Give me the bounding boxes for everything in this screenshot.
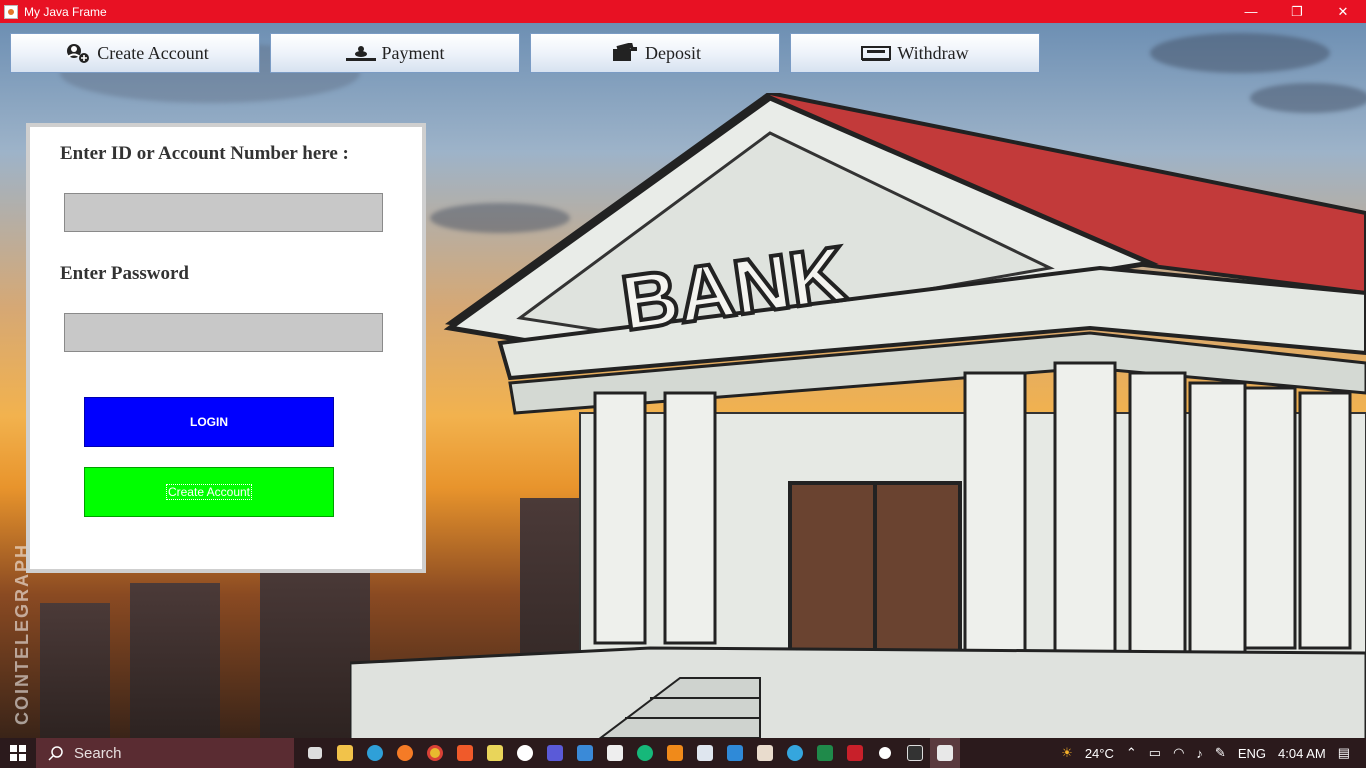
excel-icon[interactable] [810, 738, 840, 768]
windows-logo-icon [10, 745, 26, 761]
store-icon[interactable] [480, 738, 510, 768]
start-button[interactable] [0, 738, 36, 768]
grammarly-icon[interactable] [630, 738, 660, 768]
weather-icon[interactable]: ☀ [1061, 745, 1073, 761]
pinned-apps [300, 738, 960, 768]
app-icon-blue[interactable] [540, 738, 570, 768]
app-icon-card[interactable] [690, 738, 720, 768]
login-button[interactable]: LOGIN [84, 397, 334, 447]
java-taskbar-icon[interactable] [930, 738, 960, 768]
taskbar-search-box[interactable]: Search [36, 738, 294, 768]
deposit-nav-button[interactable]: Deposit [530, 33, 780, 73]
app-icon-cake[interactable] [750, 738, 780, 768]
close-button[interactable]: ✕ [1320, 0, 1366, 23]
file-explorer-icon[interactable] [330, 738, 360, 768]
terminal-icon[interactable] [900, 738, 930, 768]
payment-nav-label: Payment [381, 42, 445, 63]
task-view-icon[interactable] [300, 738, 330, 768]
notifications-icon[interactable]: ▤ [1338, 745, 1350, 761]
telegram-icon[interactable] [780, 738, 810, 768]
wifi-icon[interactable]: ◠ [1173, 745, 1184, 761]
show-hidden-icons-icon[interactable]: ⌃ [1126, 745, 1137, 761]
withdraw-nav-button[interactable]: Withdraw [790, 33, 1040, 73]
vscode-icon[interactable] [720, 738, 750, 768]
java-app-icon [4, 4, 18, 19]
app-icon-white[interactable] [600, 738, 630, 768]
wordpress-icon[interactable] [510, 738, 540, 768]
password-input[interactable] [64, 313, 383, 352]
withdraw-icon [861, 42, 892, 64]
app-icon-red[interactable] [840, 738, 870, 768]
create-account-nav-button[interactable]: Create Account [10, 33, 260, 73]
windows-taskbar: Search ☀ 24°C ⌃ ▭ ◠ ♪ ✎ ENG 4:04 AM ▤ [0, 738, 1366, 768]
window-titlebar: My Java Frame — ❐ ✕ [0, 0, 1366, 23]
weather-temp[interactable]: 24°C [1085, 746, 1114, 761]
clock[interactable]: 4:04 AM [1278, 746, 1326, 761]
maximize-button[interactable]: ❐ [1274, 0, 1320, 23]
system-tray: ☀ 24°C ⌃ ▭ ◠ ♪ ✎ ENG 4:04 AM ▤ [1061, 738, 1366, 768]
settings-icon[interactable] [870, 738, 900, 768]
login-panel: Enter ID or Account Number here : Enter … [26, 123, 426, 573]
withdraw-nav-label: Withdraw [897, 42, 969, 63]
payment-nav-button[interactable]: Payment [270, 33, 520, 73]
photos-icon[interactable] [570, 738, 600, 768]
account-id-input[interactable] [64, 193, 383, 232]
vlc-icon[interactable] [660, 738, 690, 768]
id-label: Enter ID or Account Number here : [60, 143, 349, 164]
chrome-icon[interactable] [420, 738, 450, 768]
window-title: My Java Frame [24, 4, 107, 19]
language-indicator[interactable]: ENG [1238, 746, 1266, 761]
volume-icon[interactable]: ♪ [1196, 746, 1203, 761]
pen-icon[interactable]: ✎ [1215, 745, 1226, 761]
payment-icon [345, 42, 376, 64]
bank-building-illustration: BANK [350, 93, 1366, 738]
password-label: Enter Password [60, 263, 189, 284]
create-account-button[interactable]: Create Account [84, 467, 334, 517]
firefox-icon[interactable] [390, 738, 420, 768]
deposit-nav-label: Deposit [645, 42, 701, 63]
edge-icon[interactable] [360, 738, 390, 768]
deposit-icon [609, 42, 639, 64]
window-controls: — ❐ ✕ [1228, 0, 1366, 23]
search-placeholder: Search [74, 744, 122, 762]
create-account-button-label: Create Account [165, 484, 253, 500]
search-icon [48, 746, 63, 761]
minimize-button[interactable]: — [1228, 0, 1274, 23]
create-account-nav-label: Create Account [97, 42, 209, 63]
brave-icon[interactable] [450, 738, 480, 768]
user-add-icon [61, 42, 91, 64]
battery-icon[interactable]: ▭ [1149, 745, 1161, 761]
